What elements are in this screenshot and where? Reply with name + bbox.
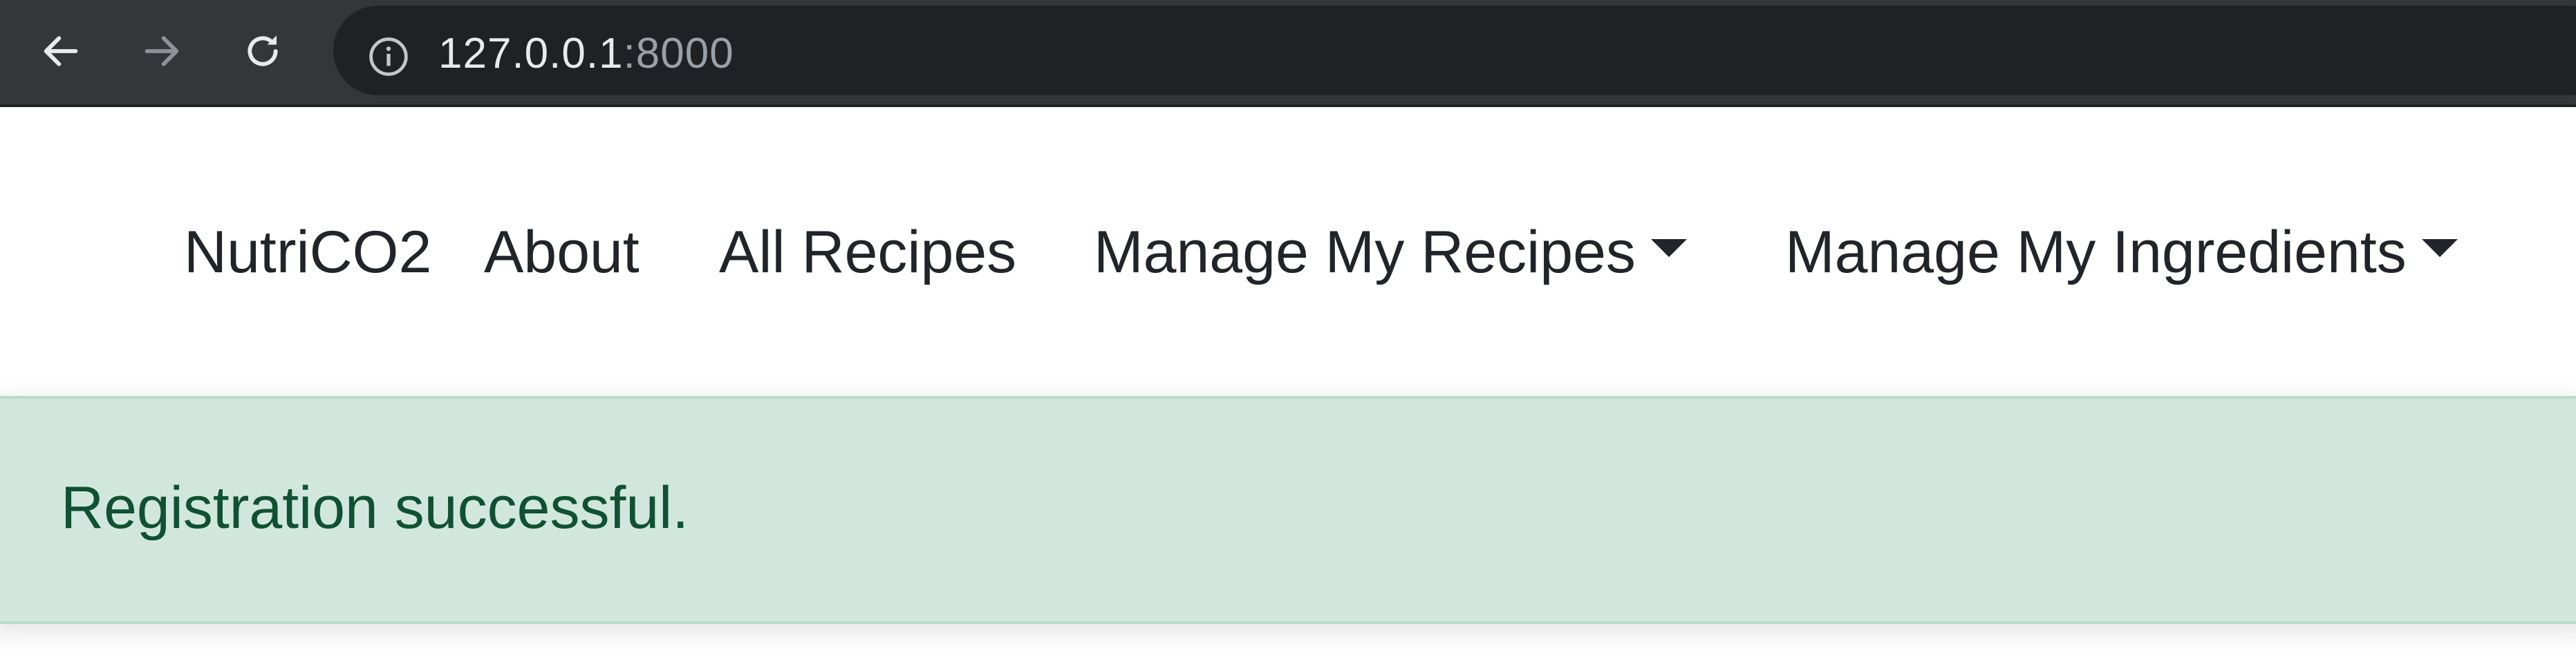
reload-icon [248, 35, 278, 66]
url-port: :8000 [623, 30, 734, 77]
alert-message: Registration successful. [61, 475, 689, 541]
arrow-right-icon [144, 36, 179, 66]
nav-link-all-recipes[interactable]: All Recipes [719, 209, 1016, 295]
site-navbar: NutriCO2 About All Recipes Manage My Rec… [0, 107, 2576, 396]
nav-dropdown-manage-recipes-label: Manage My Recipes [1094, 219, 1636, 285]
url-text[interactable]: 127.0.0.1:8000 [438, 26, 734, 82]
success-alert: Registration successful. [0, 396, 2576, 624]
info-circle-icon[interactable] [366, 35, 411, 79]
address-bar[interactable]: 127.0.0.1:8000 [333, 6, 2576, 95]
reload-button[interactable] [236, 25, 289, 77]
nav-dropdown-manage-recipes[interactable]: Manage My Recipes [1094, 209, 1687, 295]
forward-button[interactable] [136, 25, 188, 77]
arrow-left-icon [44, 36, 78, 66]
nav-dropdown-manage-ingredients[interactable]: Manage My Ingredients [1785, 209, 2458, 295]
back-button[interactable] [35, 25, 87, 77]
browser-toolbar: 127.0.0.1:8000 [0, 0, 2576, 107]
url-host: 127.0.0.1 [438, 30, 624, 77]
caret-down-icon [2421, 239, 2458, 257]
brand-link[interactable]: NutriCO2 [184, 209, 431, 295]
caret-down-icon [1650, 239, 1687, 257]
nav-link-about[interactable]: About [484, 209, 640, 295]
nav-dropdown-manage-ingredients-label: Manage My Ingredients [1785, 219, 2407, 285]
